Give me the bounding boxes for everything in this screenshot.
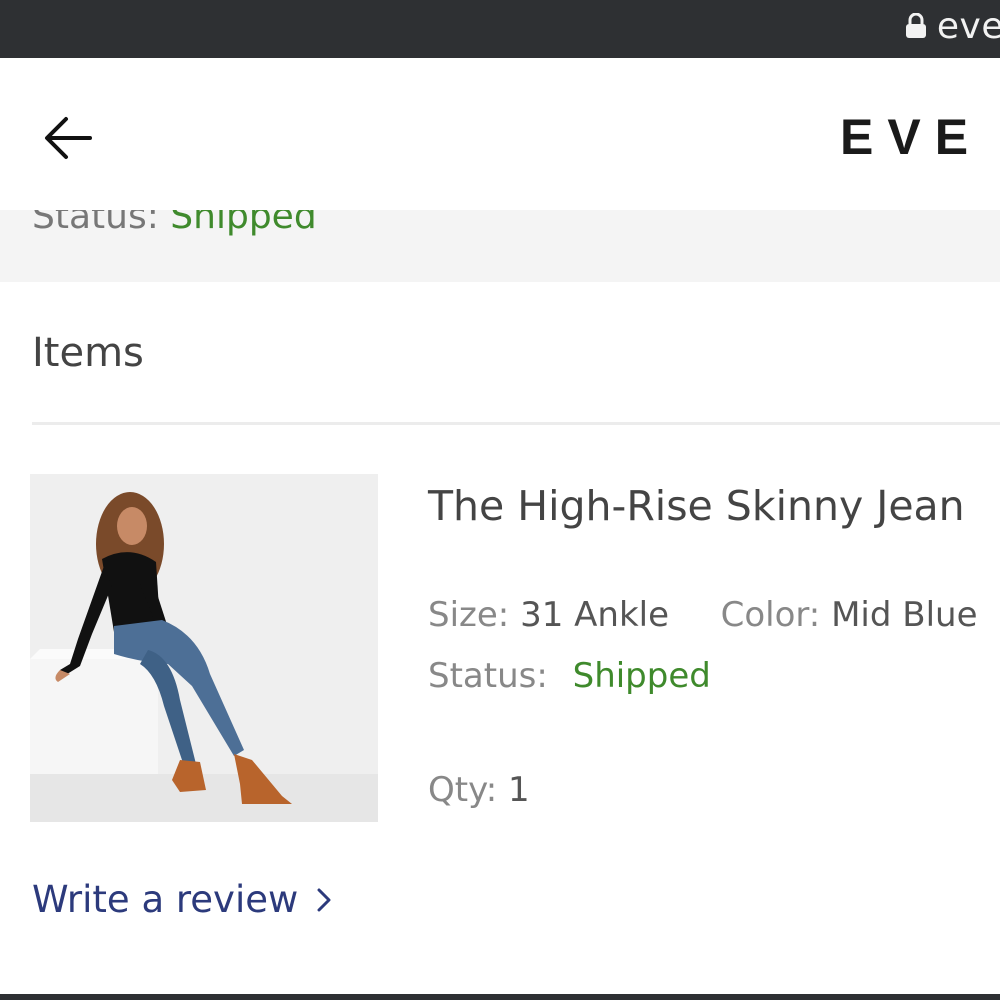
product-size-color: Size: 31 Ankle Color: Mid Blue xyxy=(428,595,978,635)
order-status: Status: Shipped xyxy=(32,210,317,237)
item-status-value: Shipped xyxy=(572,656,711,696)
qty-value: 1 xyxy=(508,770,530,810)
order-summary-strip: Status: Shipped xyxy=(0,210,1000,282)
write-review-link[interactable]: Write a review xyxy=(32,878,334,921)
product-image[interactable] xyxy=(30,474,378,822)
write-review-label: Write a review xyxy=(32,878,299,921)
product-photo xyxy=(30,474,378,822)
browser-bar: eve xyxy=(0,0,1000,58)
lock-icon xyxy=(905,13,926,38)
color-label: Color: xyxy=(720,595,821,635)
order-status-value: Shipped xyxy=(170,210,317,237)
items-heading: Items xyxy=(32,330,144,376)
order-status-label: Status: xyxy=(32,210,159,237)
brand-logo[interactable]: EVE xyxy=(840,108,982,166)
divider xyxy=(32,422,1000,425)
size-label: Size: xyxy=(428,595,510,635)
url-text: eve xyxy=(936,5,1000,47)
address-bar[interactable]: eve xyxy=(905,4,1000,48)
page-header: EVE xyxy=(0,58,1000,210)
product-name[interactable]: The High-Rise Skinny Jean xyxy=(428,482,965,530)
item-status-label: Status: xyxy=(428,656,548,696)
color-value: Mid Blue xyxy=(831,595,978,635)
chevron-right-icon xyxy=(317,888,331,911)
item-status: Status: Shipped xyxy=(428,656,711,696)
qty-label: Qty: xyxy=(428,770,498,810)
item-quantity: Qty: 1 xyxy=(428,770,530,810)
size-value: 31 Ankle xyxy=(520,595,669,635)
bottom-edge xyxy=(0,994,1000,1000)
arrow-left-icon[interactable] xyxy=(40,110,96,166)
